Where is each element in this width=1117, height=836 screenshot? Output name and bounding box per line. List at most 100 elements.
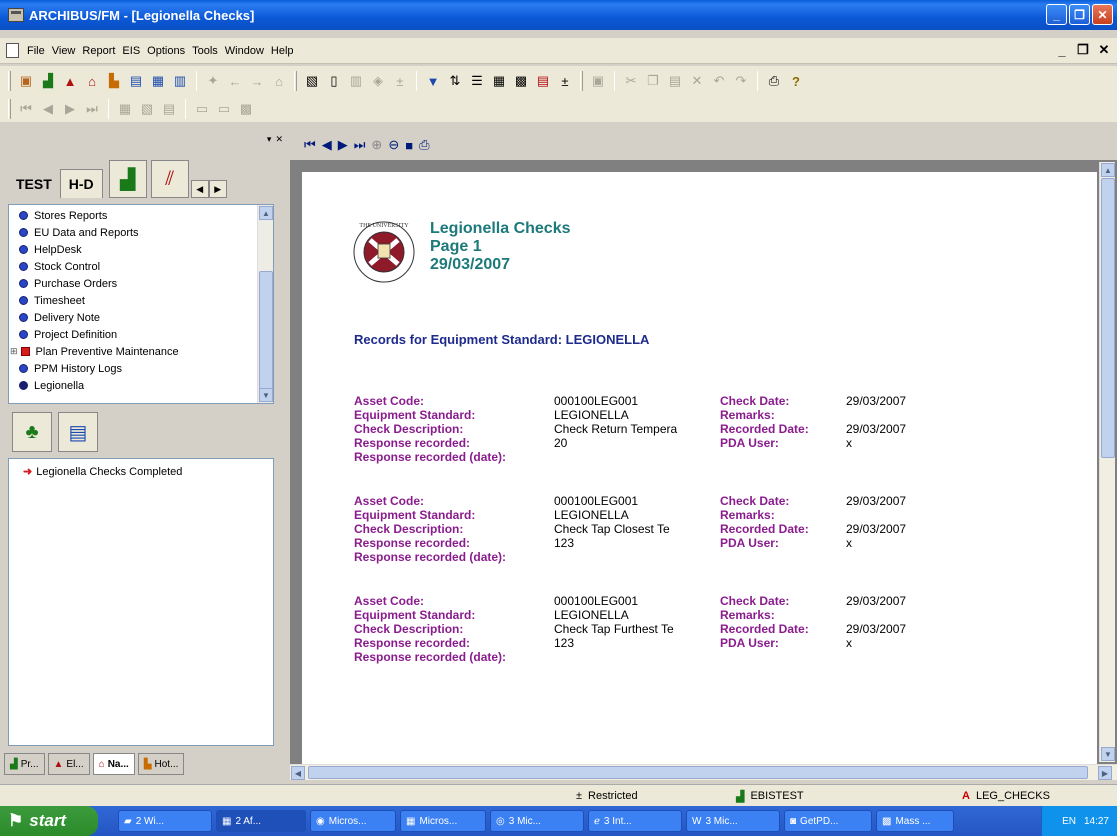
list-icon[interactable]: ☰ xyxy=(468,72,486,90)
paste-icon[interactable]: ▤ xyxy=(666,72,684,90)
report-icon[interactable]: ▯ xyxy=(325,72,343,90)
scroll-left-icon[interactable]: ◀ xyxy=(291,766,305,780)
columns-icon[interactable]: ▦ xyxy=(490,72,508,90)
first-page-icon[interactable]: ⏮ xyxy=(304,137,316,153)
first-record-icon[interactable]: ⏮ xyxy=(17,100,35,118)
menu-window[interactable]: Window xyxy=(225,45,264,57)
scroll-down-icon[interactable]: ▼ xyxy=(1101,747,1115,761)
fit-page-icon[interactable]: ■ xyxy=(405,138,413,153)
document-icon[interactable] xyxy=(6,43,19,58)
navigator-icon[interactable]: ▣ xyxy=(17,72,35,90)
table-icon[interactable]: ▩ xyxy=(237,100,255,118)
taskbar-button[interactable]: ▦ 2 Af... xyxy=(216,810,306,832)
picture-icon[interactable]: ▦ xyxy=(149,72,167,90)
zoom-in-icon[interactable]: ⊕ xyxy=(371,137,382,153)
menu-help[interactable]: Help xyxy=(271,45,294,57)
language-indicator[interactable]: EN xyxy=(1062,816,1076,827)
print-report-icon[interactable]: ⎙ xyxy=(419,137,429,153)
tree-item[interactable]: Delivery Note xyxy=(9,309,273,326)
taskbar-button[interactable]: ◎ 3 Mic... xyxy=(490,810,584,832)
menu-view[interactable]: View xyxy=(52,45,76,57)
tab-test[interactable]: TEST xyxy=(8,170,60,198)
tree-scrollbar[interactable]: ▲ ▼ xyxy=(257,205,273,403)
copy-report-icon[interactable]: ▧ xyxy=(303,72,321,90)
copy-icon[interactable]: ❐ xyxy=(644,72,662,90)
menu-options[interactable]: Options xyxy=(147,45,185,57)
taskbar-button[interactable]: ▩ Mass ... xyxy=(876,810,954,832)
panel-close-icon[interactable]: ✕ xyxy=(275,134,283,145)
wand-icon[interactable]: ✦ xyxy=(204,72,222,90)
menu-tools[interactable]: Tools xyxy=(192,45,218,57)
restore-button[interactable]: ❐ xyxy=(1069,4,1090,25)
link-icon[interactable]: ▭ xyxy=(193,100,211,118)
taskbar-button[interactable]: ◙ GetPD... xyxy=(784,810,872,832)
tab-h-d[interactable]: H-D xyxy=(59,169,103,198)
chart-tab-icon[interactable]: ▟ xyxy=(108,160,147,198)
undo-icon[interactable]: ↶ xyxy=(710,72,728,90)
scroll-thumb[interactable] xyxy=(1101,178,1115,458)
delete-record-icon[interactable]: ▧ xyxy=(138,100,156,118)
sort-icon[interactable]: ± xyxy=(391,72,409,90)
tree-item[interactable]: Stores Reports xyxy=(9,207,273,224)
taskbar-button[interactable]: ℯ3 Int... xyxy=(588,810,682,832)
help-icon[interactable]: ? xyxy=(787,72,805,90)
mdi-restore-button[interactable]: ❐ xyxy=(1074,41,1092,59)
last-record-icon[interactable]: ⏭ xyxy=(83,100,101,118)
grid-icon[interactable]: ▩ xyxy=(512,72,530,90)
tree-item[interactable]: HelpDesk xyxy=(9,241,273,258)
save-icon[interactable]: ▣ xyxy=(589,72,607,90)
start-button[interactable]: ⚑ start xyxy=(0,806,98,836)
expand-icon[interactable]: ⊞ xyxy=(10,346,18,357)
last-page-icon[interactable]: ⏭ xyxy=(354,137,366,153)
diamond-icon[interactable]: ◈ xyxy=(369,72,387,90)
list-item[interactable]: ➜ Legionella Checks Completed xyxy=(9,463,273,480)
menu-eis[interactable]: EIS xyxy=(122,45,140,57)
mdi-minimize-button[interactable]: _ xyxy=(1053,41,1071,59)
toolbar-grip[interactable] xyxy=(294,71,297,91)
tree-item[interactable]: Timesheet xyxy=(9,292,273,309)
tab-el[interactable]: ▲ El... xyxy=(47,753,90,775)
tree-item[interactable]: Project Definition xyxy=(9,326,273,343)
menu-report[interactable]: Report xyxy=(82,45,115,57)
form-icon[interactable]: ▥ xyxy=(171,72,189,90)
boot-icon[interactable]: ▙ xyxy=(105,72,123,90)
tree-item[interactable]: ⊞ Plan Preventive Maintenance xyxy=(9,343,273,360)
taskbar-button[interactable]: ▰ 2 Wi... xyxy=(118,810,212,832)
bars-tab-icon[interactable]: ⫽ xyxy=(150,160,189,198)
panel-dropdown-icon[interactable]: ▾ xyxy=(267,134,272,145)
taskbar-button[interactable]: W3 Mic... xyxy=(686,810,780,832)
taskbar-button[interactable]: ▦ Micros... xyxy=(400,810,486,832)
tree-item[interactable]: EU Data and Reports xyxy=(9,224,273,241)
triangle-icon[interactable]: ▲ xyxy=(61,72,79,90)
restrict-icon[interactable]: ± xyxy=(556,72,574,90)
taskbar-button[interactable]: ◉ Micros... xyxy=(310,810,396,832)
chart-icon[interactable]: ▟ xyxy=(39,72,57,90)
mdi-close-button[interactable]: ✕ xyxy=(1095,41,1113,59)
tab-na[interactable]: ⌂ Na... xyxy=(92,753,135,775)
bar-chart-icon[interactable]: ▥ xyxy=(347,72,365,90)
back-arrow-icon[interactable]: ← xyxy=(226,72,244,90)
sort-ascending-icon[interactable]: ⇅ xyxy=(446,72,464,90)
toolbar-grip[interactable] xyxy=(8,99,11,119)
forward-arrow-icon[interactable]: → xyxy=(248,72,266,90)
previous-record-icon[interactable]: ◀ xyxy=(39,100,57,118)
report-horizontal-scrollbar[interactable]: ◀ ▶ xyxy=(290,764,1117,780)
document-list-icon[interactable]: ▤ xyxy=(58,412,98,452)
toolbar-grip[interactable] xyxy=(580,71,583,91)
filter-icon[interactable]: ▼ xyxy=(424,72,442,90)
records-icon[interactable]: ▤ xyxy=(534,72,552,90)
report-vertical-scrollbar[interactable]: ▲ ▼ xyxy=(1099,162,1115,762)
next-record-icon[interactable]: ▶ xyxy=(61,100,79,118)
scroll-thumb[interactable] xyxy=(259,271,273,391)
tab-pr[interactable]: ▟ Pr... xyxy=(4,753,45,775)
app-icon[interactable] xyxy=(8,8,24,22)
previous-page-icon[interactable]: ◀ xyxy=(322,137,332,153)
home-icon[interactable]: ⌂ xyxy=(270,72,288,90)
tree-item[interactable]: Legionella xyxy=(9,377,273,394)
windows-icon[interactable]: ▤ xyxy=(127,72,145,90)
tab-hot[interactable]: ▙ Hot... xyxy=(137,753,185,775)
minimize-button[interactable]: _ xyxy=(1046,4,1067,25)
add-record-icon[interactable]: ▦ xyxy=(116,100,134,118)
tree-view-icon[interactable]: ♣ xyxy=(12,412,52,452)
scroll-up-icon[interactable]: ▲ xyxy=(1101,163,1115,177)
